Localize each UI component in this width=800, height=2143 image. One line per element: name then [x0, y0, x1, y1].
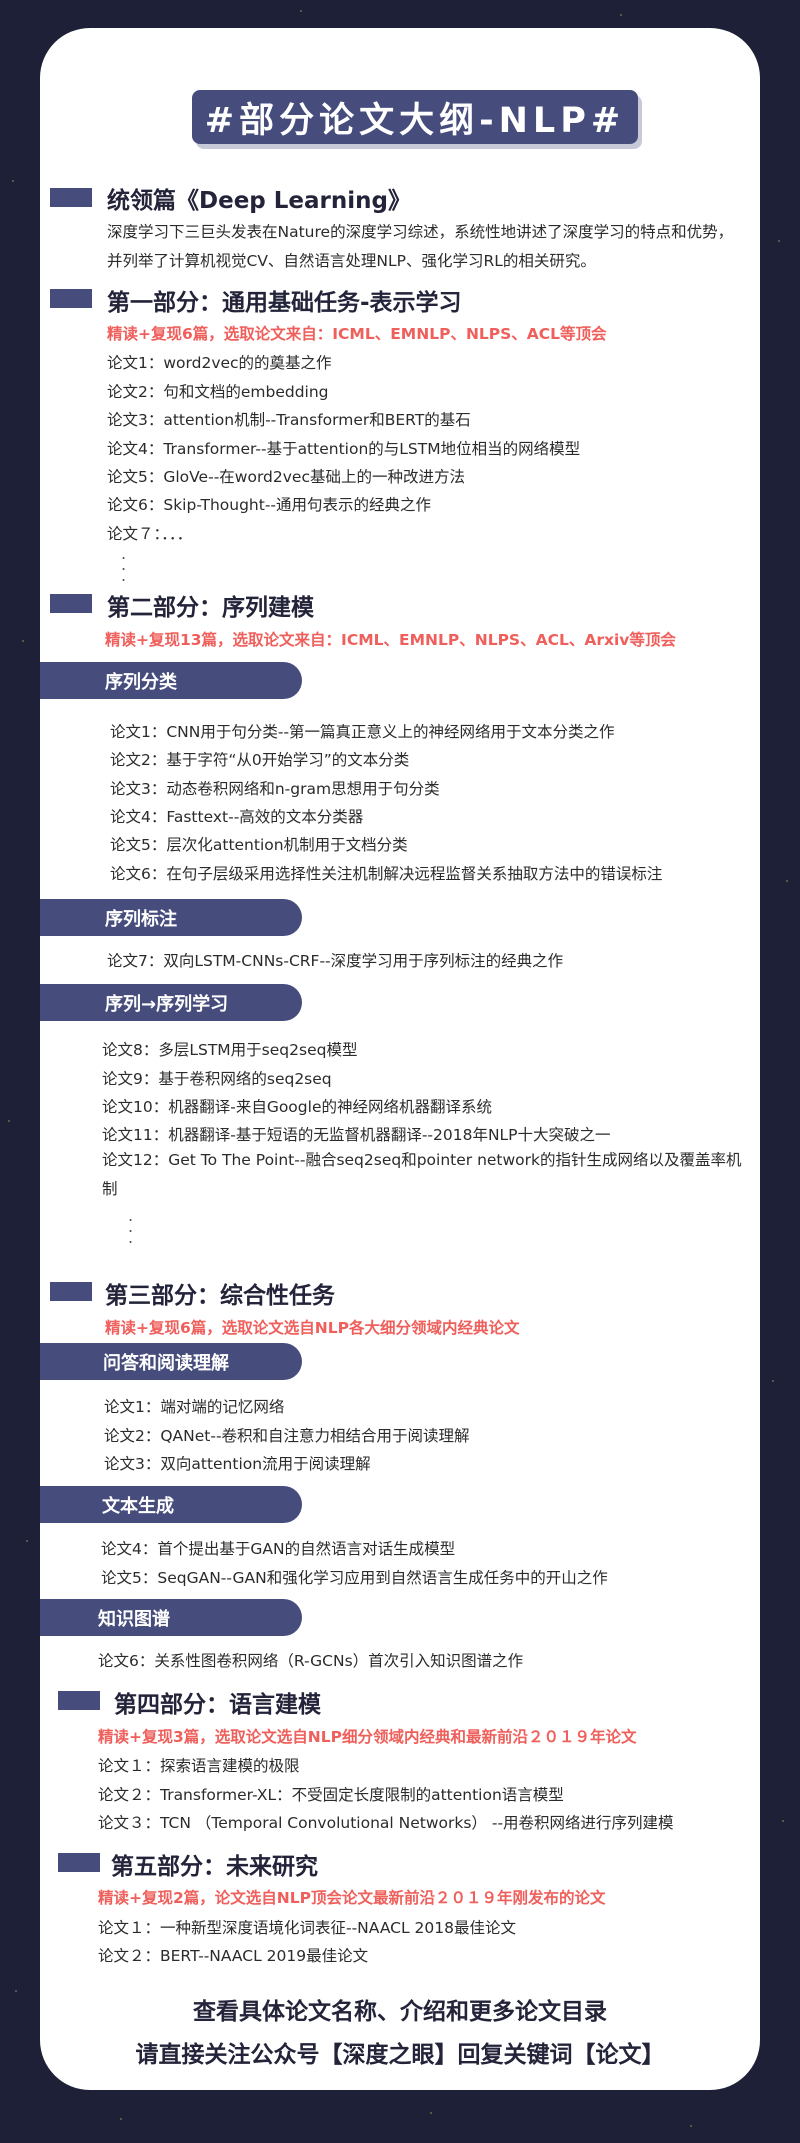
list-item: 论文2：句和文档的embedding	[107, 383, 329, 401]
list-item: 论文3：双向attention流用于阅读理解	[104, 1455, 371, 1473]
subsection-pill-knowledge-graph: 知识图谱	[40, 1599, 302, 1636]
list-item: 论文2：QANet--卷积和自注意力相结合用于阅读理解	[104, 1427, 470, 1445]
list-item: 论文5：GloVe--在word2vec基础上的一种改进方法	[107, 468, 465, 486]
list-item: 论文7：双向LSTM-CNNs-CRF--深度学习用于序列标注的经典之作	[107, 952, 564, 970]
star-dot	[690, 2125, 692, 2127]
list-item: 论文１：探索语言建模的极限	[98, 1757, 300, 1775]
list-item: 论文6：关系性图卷积网络（R-GCNs）首次引入知识图谱之作	[98, 1652, 524, 1670]
list-item: 论文２：BERT--NAACL 2019最佳论文	[98, 1947, 369, 1965]
footer-line-1: 查看具体论文名称、介绍和更多论文目录	[193, 1999, 607, 2025]
star-dot	[120, 2118, 122, 2120]
star-dot	[620, 14, 622, 16]
subsection-pill-text-generation: 文本生成	[40, 1486, 302, 1523]
list-item: 论文10：机器翻译-来自Google的神经网络机器翻译系统	[102, 1098, 492, 1116]
list-item: 论文3：动态卷积网络和n-gram思想用于句分类	[110, 780, 440, 798]
intro-text: 深度学习下三巨头发表在Nature的深度学习综述，系统性地讲述了深度学习的特点和…	[107, 223, 734, 270]
ellipsis-dots: . . .	[121, 544, 127, 585]
star-dot	[8, 1120, 10, 1122]
list-item: 论文9：基于卷积网络的seq2seq	[102, 1070, 332, 1088]
list-item: 论文３：TCN （Temporal Convolutional Networks…	[98, 1814, 674, 1832]
section-marker	[50, 594, 92, 613]
star-dot	[12, 180, 14, 182]
star-dot	[782, 1820, 784, 1822]
part1-note: 精读+复现6篇，选取论文来自：ICML、EMNLP、NLPS、ACL等顶会	[107, 325, 607, 343]
star-dot	[430, 2112, 432, 2114]
star-dot	[300, 10, 302, 12]
subsection-pill-seq2seq: 序列→序列学习	[40, 984, 302, 1021]
star-dot	[786, 880, 788, 882]
list-item: 论文4：Fasttext--高效的文本分类器	[110, 808, 364, 826]
part2-heading: 第二部分：序列建模	[107, 595, 314, 621]
list-item: 论文5：SeqGAN--GAN和强化学习应用到自然语言生成任务中的开山之作	[101, 1569, 608, 1587]
list-item: 论文4：首个提出基于GAN的自然语言对话生成模型	[101, 1540, 456, 1558]
list-item: 论文２：Transformer-XL：不受固定长度限制的attention语言模…	[98, 1786, 564, 1804]
list-item: 论文8：多层LSTM用于seq2seq模型	[102, 1041, 358, 1059]
list-item: 论文11：机器翻译-基于短语的无监督机器翻译--2018年NLP十大突破之一	[102, 1126, 611, 1144]
subsection-pill-sequence-classification: 序列分类	[40, 662, 302, 699]
section-marker	[50, 289, 92, 308]
part5-note: 精读+复现2篇，论文选自NLP顶会论文最新前沿２０１９年刚发布的论文	[98, 1889, 606, 1907]
list-item: 论文4：Transformer--基于attention的与LSTM地位相当的网…	[107, 440, 581, 458]
star-dot	[15, 1990, 17, 1992]
part3-heading: 第三部分：综合性任务	[105, 1283, 335, 1309]
list-item: 论文3：attention机制--Transformer和BERT的基石	[107, 411, 471, 429]
section-marker	[50, 1282, 92, 1301]
page-title: #部分论文大纲-NLP#	[192, 90, 638, 144]
part5-heading: 第五部分：未来研究	[111, 1854, 318, 1880]
section-marker	[58, 1853, 100, 1872]
section-marker	[58, 1691, 100, 1710]
list-item: 论文6：Skip-Thought--通用句表示的经典之作	[107, 496, 432, 514]
part3-note: 精读+复现6篇，选取论文选自NLP各大细分领域内经典论文	[105, 1319, 520, 1337]
star-dot	[26, 1540, 28, 1542]
list-item: 论文１：一种新型深度语境化词表征--NAACL 2018最佳论文	[98, 1919, 516, 1937]
list-item: 论文1：端对端的记忆网络	[104, 1398, 285, 1416]
subsection-pill-qa-reading: 问答和阅读理解	[40, 1343, 302, 1380]
list-item: 论文2：基于字符“从0开始学习”的文本分类	[110, 751, 410, 769]
part4-note: 精读+复现3篇，选取论文选自NLP细分领域内经典和最新前沿２０１９年论文	[98, 1728, 637, 1746]
part4-heading: 第四部分：语言建模	[114, 1692, 321, 1718]
part2-note: 精读+复现13篇，选取论文来自：ICML、EMNLP、NLPS、ACL、Arxi…	[105, 631, 676, 649]
ellipsis-dots: . . .	[128, 1206, 134, 1247]
list-item: 论文1：CNN用于句分类--第一篇真正意义上的神经网络用于文本分类之作	[110, 723, 615, 741]
star-dot	[778, 240, 780, 242]
footer-line-2: 请直接关注公众号【深度之眼】回复关键词【论文】	[135, 2042, 665, 2068]
subsection-pill-sequence-labeling: 序列标注	[40, 899, 302, 936]
star-dot	[22, 640, 24, 642]
intro-heading: 统领篇《Deep Learning》	[107, 188, 411, 214]
list-item: 论文７：．．．	[107, 525, 193, 543]
section-marker	[50, 188, 92, 207]
list-item: 论文1：word2vec的的奠基之作	[107, 354, 332, 372]
part1-heading: 第一部分：通用基础任务-表示学习	[107, 290, 462, 316]
star-dot	[772, 1380, 774, 1382]
list-item: 论文6：在句子层级采用选择性关注机制解决远程监督关系抽取方法中的错误标注	[110, 865, 663, 883]
list-item: 论文5：层次化attention机制用于文档分类	[110, 836, 408, 854]
list-item: 论文12：Get To The Point--融合seq2seq和pointer…	[102, 1151, 742, 1198]
